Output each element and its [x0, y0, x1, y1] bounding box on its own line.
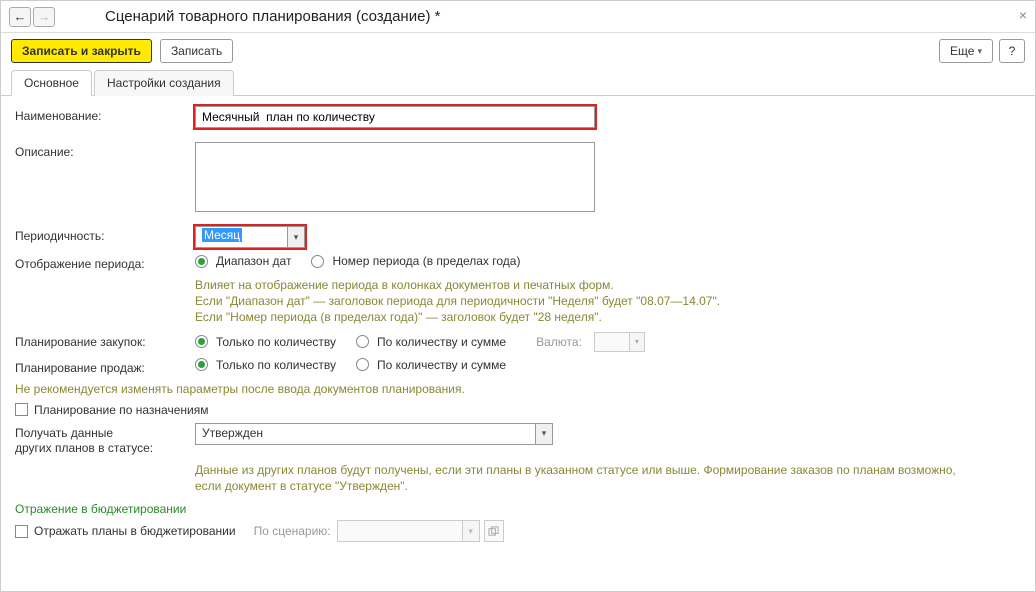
- radio-date-range-label: Диапазон дат: [216, 254, 291, 268]
- tab-settings[interactable]: Настройки создания: [94, 70, 234, 96]
- description-label: Описание:: [15, 142, 195, 159]
- chevron-down-icon[interactable]: ▾: [287, 226, 305, 248]
- form-body: Наименование: Описание: Периодичность: М…: [1, 96, 1035, 558]
- close-icon[interactable]: ×: [1019, 7, 1027, 23]
- plan-sales-label: Планирование продаж:: [15, 358, 195, 375]
- radio-period-number-label: Номер периода (в пределах года): [332, 254, 520, 268]
- tab-main[interactable]: Основное: [11, 70, 92, 96]
- chevron-down-icon[interactable]: ▾: [535, 423, 553, 445]
- chevron-down-icon: ▾: [462, 520, 480, 542]
- reflect-budget-checkbox[interactable]: [15, 525, 28, 538]
- receive-data-label: Получать данные других планов в статусе:: [15, 423, 195, 456]
- radio-period-number[interactable]: [311, 255, 324, 268]
- name-label: Наименование:: [15, 106, 195, 123]
- radio-sales-qty-label: Только по количеству: [216, 358, 336, 372]
- scenario-select: ▾: [337, 520, 480, 542]
- currency-select: ▾: [594, 332, 645, 352]
- open-scenario-button: [484, 520, 504, 542]
- periodicity-value: Месяц: [202, 228, 242, 242]
- reflect-budget-label: Отражать планы в бюджетировании: [34, 524, 236, 538]
- help-button[interactable]: ?: [999, 39, 1025, 63]
- radio-date-range[interactable]: [195, 255, 208, 268]
- plan-purchases-label: Планирование закупок:: [15, 332, 195, 349]
- more-button[interactable]: Еще: [939, 39, 993, 63]
- radio-sales-qty[interactable]: [195, 358, 208, 371]
- radio-sales-sum-label: По количеству и сумме: [377, 358, 506, 372]
- titlebar: ← → Сценарий товарного планирования (соз…: [1, 1, 1035, 33]
- plan-by-purpose-label: Планирование по назначениям: [34, 403, 208, 417]
- periodicity-label: Периодичность:: [15, 226, 195, 243]
- description-textarea[interactable]: [195, 142, 595, 212]
- period-display-label: Отображение периода:: [15, 254, 195, 271]
- open-icon: [488, 526, 499, 537]
- by-scenario-label: По сценарию:: [254, 524, 331, 538]
- plan-by-purpose-checkbox[interactable]: [15, 403, 28, 416]
- status-select[interactable]: Утвержден ▾: [195, 423, 553, 445]
- status-hint: Данные из других планов будут получены, …: [195, 462, 1021, 494]
- radio-purch-qty-label: Только по количеству: [216, 335, 336, 349]
- periodicity-select[interactable]: Месяц ▾: [195, 226, 305, 248]
- save-and-close-button[interactable]: Записать и закрыть: [11, 39, 152, 63]
- period-hint: Влияет на отображение периода в колонках…: [195, 277, 1021, 326]
- name-input[interactable]: [195, 106, 595, 128]
- back-button[interactable]: ←: [9, 7, 31, 27]
- page-title: Сценарий товарного планирования (создани…: [105, 8, 440, 25]
- status-value: Утвержден: [195, 423, 535, 445]
- chevron-down-icon: ▾: [629, 332, 645, 352]
- forward-button[interactable]: →: [33, 7, 55, 27]
- params-warning: Не рекомендуется изменять параметры посл…: [15, 381, 1021, 397]
- toolbar: Записать и закрыть Записать Еще ?: [1, 33, 1035, 69]
- save-button[interactable]: Записать: [160, 39, 233, 63]
- currency-label: Валюта:: [536, 335, 582, 349]
- nav-buttons: ← →: [9, 7, 55, 27]
- radio-purch-qty[interactable]: [195, 335, 208, 348]
- radio-purch-sum[interactable]: [356, 335, 369, 348]
- radio-sales-sum[interactable]: [356, 358, 369, 371]
- tabs: Основное Настройки создания: [1, 69, 1035, 96]
- budget-section-title: Отражение в бюджетировании: [15, 502, 1021, 516]
- radio-purch-sum-label: По количеству и сумме: [377, 335, 506, 349]
